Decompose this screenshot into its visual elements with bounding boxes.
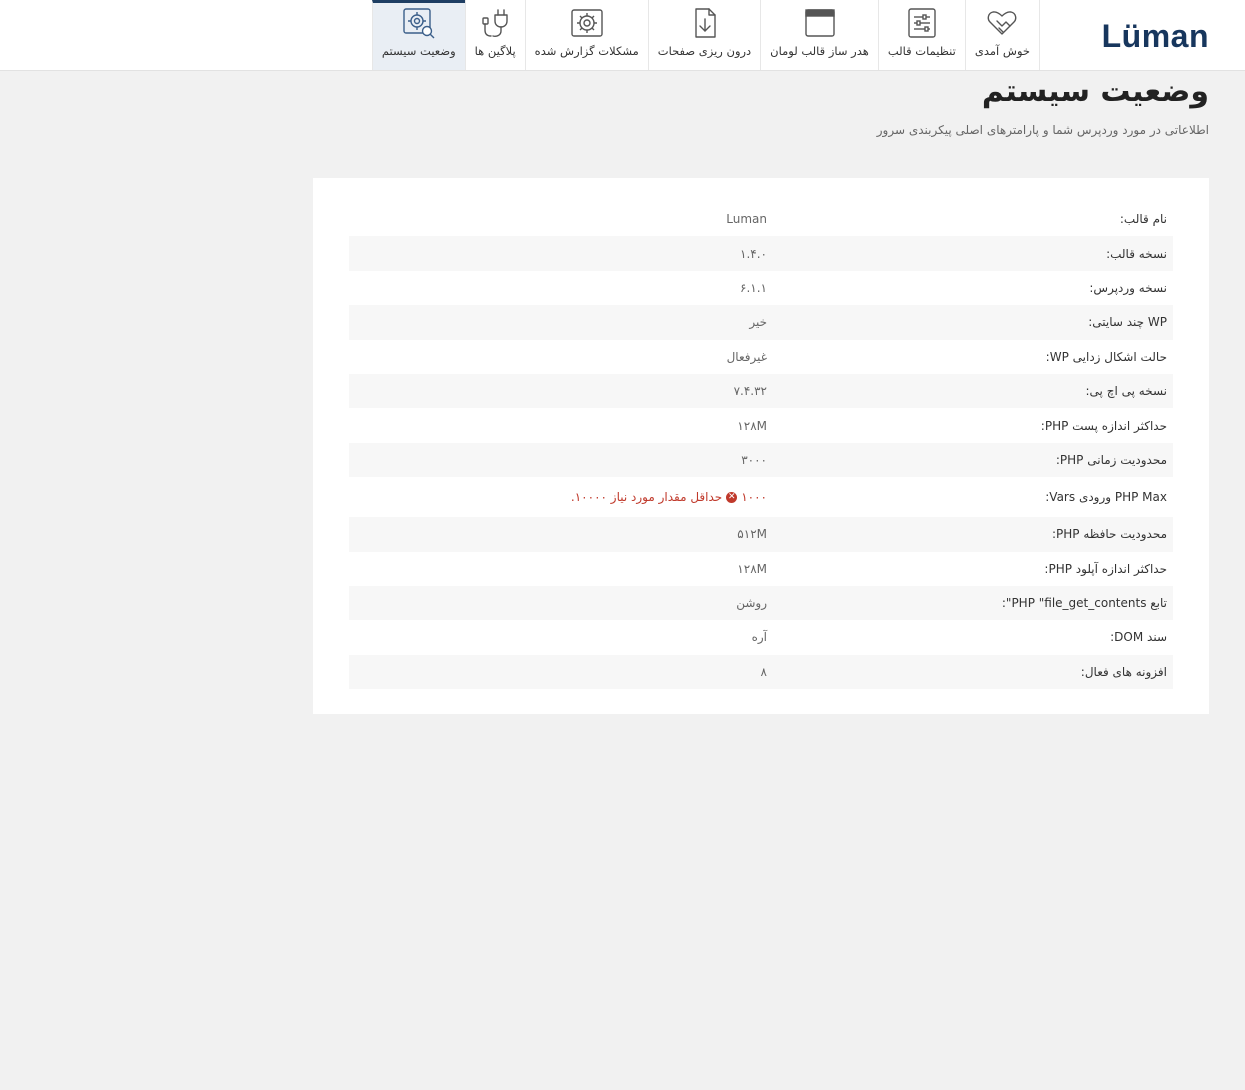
status-row-time-limit: محدودیت زمانی PHP: ۳۰۰۰: [349, 442, 1173, 478]
top-navigation-bar: Lüman خوش آمدی تنظیمات قالب هدر ساز قالب…: [0, 0, 1245, 71]
status-label: حداکثر اندازه آپلود PHP:: [1044, 561, 1167, 576]
status-value: روشن: [736, 596, 767, 611]
status-label: سند DOM:: [1110, 630, 1167, 645]
tab-import-pages-label: درون ریزی صفحات: [657, 44, 752, 58]
status-row-multisite: WP چند سایتی: خیر: [349, 305, 1173, 340]
tab-plugins-label: پلاگین ها: [474, 44, 516, 58]
tab-reported-issues-label: مشکلات گزارش شده: [534, 44, 639, 58]
handshake-icon: [985, 6, 1019, 40]
status-row-memory-limit: محدودیت حافظه PHP: ۵۱۲M: [349, 517, 1173, 552]
tab-system-status[interactable]: وضعیت سیستم: [371, 0, 465, 70]
status-value: ۶.۱.۱: [740, 280, 767, 295]
status-label: WP چند سایتی:: [1088, 315, 1167, 330]
status-row-theme-version: نسخه قالب: ۱.۴.۰: [349, 236, 1173, 271]
page-title: وضعیت سیستم: [981, 74, 1209, 109]
status-label: نام قالب:: [1119, 212, 1167, 227]
status-label: حالت اشکال زدایی WP:: [1045, 349, 1167, 364]
status-value: ۳۰۰۰: [741, 452, 767, 467]
status-value: Luman: [726, 212, 767, 227]
system-status-panel: نام قالب: Luman نسخه قالب: ۱.۴.۰ نسخه ور…: [313, 178, 1209, 714]
error-value: ۱۰۰۰: [741, 490, 767, 505]
status-label: حداکثر اندازه پست PHP:: [1040, 418, 1167, 433]
status-table: نام قالب: Luman نسخه قالب: ۱.۴.۰ نسخه ور…: [349, 202, 1173, 690]
luman-logo[interactable]: Lüman: [1102, 18, 1209, 55]
status-value: ۱.۴.۰: [740, 246, 767, 261]
status-row-upload-max-size: حداکثر اندازه آپلود PHP: ۱۲۸M: [349, 552, 1173, 586]
status-row-php-version: نسخه پی اچ پی: ۷.۴.۳۲: [349, 373, 1173, 409]
tab-theme-settings[interactable]: تنظیمات قالب: [877, 0, 965, 70]
sliders-icon: [905, 6, 939, 40]
file-import-icon: [687, 6, 721, 40]
status-value: آره: [751, 630, 767, 645]
status-label: PHP Max ورودی Vars:: [1045, 490, 1167, 505]
status-value: ۱۲۸M: [737, 561, 767, 576]
tab-bar: خوش آمدی تنظیمات قالب هدر ساز قالب لومان: [371, 0, 1040, 70]
system-search-icon: [402, 6, 436, 40]
status-row-theme-name: نام قالب: Luman: [349, 202, 1173, 236]
status-value: خیر: [749, 315, 767, 330]
plug-icon: [478, 6, 512, 40]
gear-frame-icon: [570, 6, 604, 40]
status-label: محدودیت حافظه PHP:: [1052, 527, 1167, 542]
tab-header-builder-label: هدر ساز قالب لومان: [770, 44, 869, 58]
page-subtitle: اطلاعاتی در مورد وردپرس شما و پارامترهای…: [876, 123, 1209, 137]
tab-plugins[interactable]: پلاگین ها: [464, 0, 525, 70]
status-label: نسخه وردپرس:: [1089, 280, 1167, 295]
status-label: محدودیت زمانی PHP:: [1055, 452, 1167, 467]
tab-system-status-label: وضعیت سیستم: [381, 44, 456, 58]
status-value: ۱۲۸M: [737, 418, 767, 433]
status-row-file-get-contents: تابع PHP "file_get_contents": روشن: [349, 585, 1173, 621]
tab-header-builder[interactable]: هدر ساز قالب لومان: [760, 0, 878, 70]
status-row-dom-document: سند DOM: آره: [349, 620, 1173, 654]
tab-reported-issues[interactable]: مشکلات گزارش شده: [524, 0, 648, 70]
status-row-active-plugins: افزونه های فعال: ۸: [349, 654, 1173, 690]
status-row-max-input-vars: PHP Max ورودی Vars: ۱۰۰۰ ✕ حداقل مقدار م…: [349, 477, 1173, 517]
status-label: نسخه پی اچ پی:: [1085, 384, 1167, 399]
error-message: حداقل مقدار مورد نیاز ۱۰۰۰۰.: [570, 490, 723, 505]
status-value: ۵۱۲M: [737, 527, 767, 542]
status-row-post-max-size: حداکثر اندازه پست PHP: ۱۲۸M: [349, 408, 1173, 442]
status-row-debug-mode: حالت اشکال زدایی WP: غیرفعال: [349, 340, 1173, 374]
status-value: ۷.۴.۳۲: [733, 384, 767, 399]
status-label: افزونه های فعال:: [1080, 664, 1167, 679]
status-label: تابع PHP "file_get_contents":: [1001, 596, 1167, 611]
tab-welcome-label: خوش آمدی: [974, 44, 1030, 58]
status-value: غیرفعال: [726, 349, 767, 364]
window-icon: [803, 6, 837, 40]
status-row-wp-version: نسخه وردپرس: ۶.۱.۱: [349, 271, 1173, 305]
tab-import-pages[interactable]: درون ریزی صفحات: [647, 0, 760, 70]
status-value: ۸: [760, 664, 767, 679]
status-label: نسخه قالب:: [1106, 246, 1167, 261]
tab-theme-settings-label: تنظیمات قالب: [887, 44, 956, 58]
error-icon: ✕: [726, 491, 738, 503]
status-value-error: ۱۰۰۰ ✕ حداقل مقدار مورد نیاز ۱۰۰۰۰.: [571, 490, 767, 504]
tab-welcome[interactable]: خوش آمدی: [964, 0, 1040, 70]
